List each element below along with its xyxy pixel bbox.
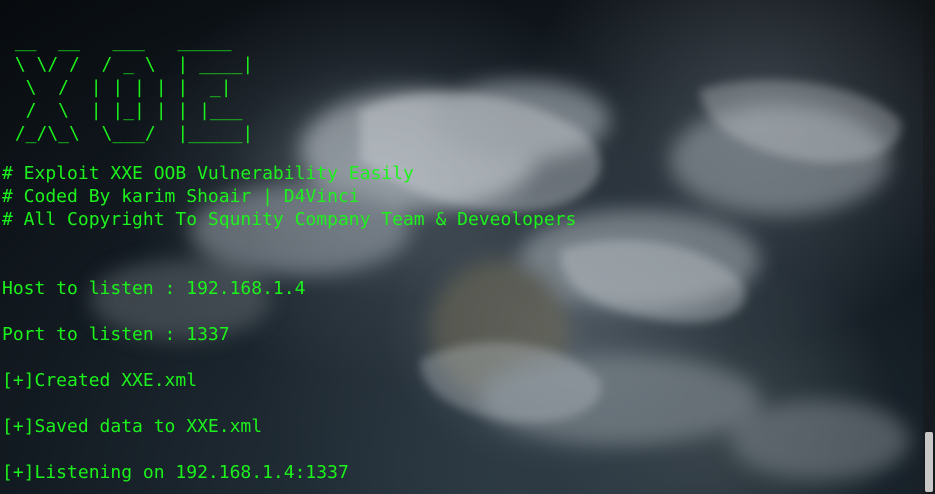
xxe-ascii-banner: __ __ ___ _____ \ \/ / / _ \ | ____| \ /… xyxy=(14,31,254,144)
port-line: Port to listen : 1337 xyxy=(2,324,230,345)
comment-line: # Coded By karim Shoair | D4Vinci xyxy=(2,186,360,207)
comment-line: # Exploit XXE OOB Vulnerability Easily xyxy=(2,163,414,184)
comment-line: # All Copyright To Squnity Company Team … xyxy=(2,209,577,230)
status-line: [+]Saved data to XXE.xml xyxy=(2,416,263,437)
terminal-output: __ __ ___ _____ \ \/ / / _ \ | ____| \ /… xyxy=(0,0,923,494)
status-line: [+]Listening on 192.168.1.4:1337 xyxy=(2,462,349,483)
host-line: Host to listen : 192.168.1.4 xyxy=(2,278,306,299)
scrollbar-thumb[interactable] xyxy=(925,432,933,492)
status-line: [+]Created XXE.xml xyxy=(2,370,198,391)
vertical-scrollbar[interactable] xyxy=(923,0,935,494)
terminal-window[interactable]: __ __ ___ _____ \ \/ / / _ \ | ____| \ /… xyxy=(0,0,935,494)
